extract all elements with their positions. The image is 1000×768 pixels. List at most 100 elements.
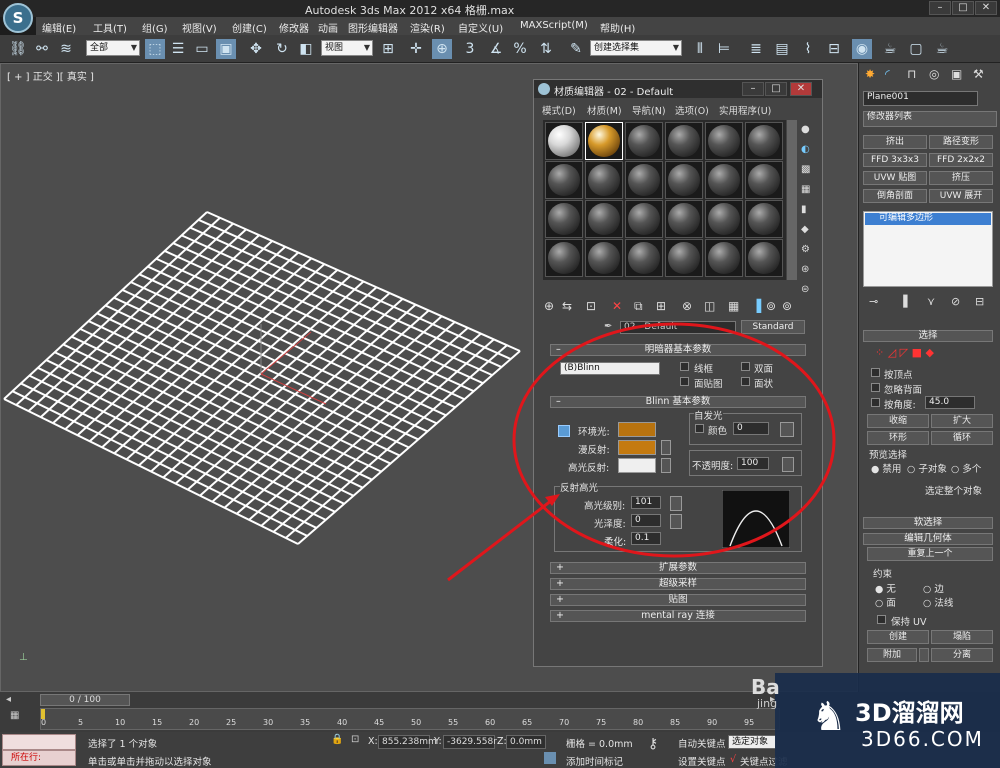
go-to-parent-icon[interactable]: ⊚ (766, 299, 776, 313)
menu-customize[interactable]: 自定义(U) (458, 20, 503, 35)
self-illum-color-checkbox[interactable] (695, 424, 704, 433)
assign-material-icon[interactable]: ⊡ (586, 299, 596, 313)
absolute-mode-icon[interactable]: ⊡ (351, 734, 359, 745)
put-library-icon[interactable]: ⊗ (682, 299, 692, 313)
motion-tab-icon[interactable]: ◎ (929, 67, 939, 81)
create-button[interactable]: 创建 (867, 630, 929, 644)
z-coordinate-field[interactable]: 0.0mm (506, 735, 546, 749)
make-unique-stack-icon[interactable]: ⋎ (927, 295, 935, 308)
constraint-normal-radio[interactable]: ○ 法线 (923, 595, 953, 609)
video-color-check-icon[interactable]: ▮ (801, 204, 807, 215)
sample-slot[interactable] (665, 239, 703, 277)
reset-map-icon[interactable]: ✕ (612, 299, 622, 313)
menu-animation[interactable]: 动画 (318, 20, 338, 35)
material-name-field[interactable]: 02 - Default (620, 321, 736, 334)
sample-slot[interactable] (705, 200, 743, 238)
sample-slot[interactable] (625, 122, 663, 160)
material-editor-titlebar[interactable]: 材质编辑器 - 02 - Default – □ ✕ (534, 80, 822, 98)
minimize-button[interactable]: – (929, 1, 951, 15)
self-illum-map-button[interactable] (780, 422, 794, 437)
sample-slot[interactable] (585, 200, 623, 238)
named-selection-dropdown[interactable]: 创建选择集 (590, 40, 682, 56)
constraint-edge-radio[interactable]: ○ 边 (923, 581, 944, 595)
show-map-icon[interactable]: ▦ (728, 299, 739, 313)
ring-button[interactable]: 环形 (867, 431, 929, 445)
x-coordinate-field[interactable]: 855.238mm (378, 735, 437, 749)
percent-snap-icon[interactable]: % (510, 39, 530, 59)
get-material-icon[interactable]: ⊕ (544, 299, 554, 313)
shrink-button[interactable]: 收缩 (867, 414, 929, 428)
pivot-icon[interactable]: ⊞ (378, 39, 398, 59)
menu-graph-editors[interactable]: 图形编辑器 (348, 20, 398, 35)
remove-modifier-icon[interactable]: ⊘ (951, 295, 960, 308)
mod-uvw-map-button[interactable]: UVW 贴图 (863, 171, 927, 185)
rotate-icon[interactable]: ↻ (272, 39, 292, 59)
graphite-icon[interactable]: ▤ (772, 39, 792, 59)
window-crossing-icon[interactable]: ▣ (216, 39, 236, 59)
material-editor-icon[interactable]: ◉ (852, 39, 872, 59)
menu-group[interactable]: 组(G) (142, 20, 168, 35)
maximize-button[interactable]: □ (952, 1, 974, 15)
angle-value-field[interactable]: 45.0 (925, 396, 975, 409)
self-illum-value[interactable]: 0 (733, 422, 769, 435)
eyedropper-icon[interactable]: ✒ (604, 321, 612, 332)
selection-rollout[interactable]: 选择 (863, 330, 993, 342)
mod-extrude-button[interactable]: 挤出 (863, 135, 927, 149)
time-tag-icon[interactable] (544, 752, 556, 764)
sample-slot[interactable] (545, 239, 583, 277)
diffuse-color-swatch[interactable] (618, 440, 656, 455)
faceted-checkbox[interactable] (741, 377, 750, 386)
set-key-icon[interactable]: ⚷ (648, 736, 658, 752)
sample-slot[interactable] (585, 122, 623, 160)
supersampling-rollout[interactable]: + 超级采样 (550, 578, 806, 590)
sample-slot[interactable] (665, 122, 703, 160)
me-menu-options[interactable]: 选项(O) (675, 103, 709, 117)
stack-item-editable-poly[interactable]: 可编辑多边形 (865, 213, 991, 225)
background-icon[interactable]: ▩ (801, 164, 810, 175)
edit-geometry-rollout[interactable]: 编辑几何体 (863, 533, 993, 545)
set-key-button[interactable]: 设置关键点 (678, 754, 726, 768)
soften-value[interactable]: 0.1 (631, 532, 661, 545)
menu-modifiers[interactable]: 修改器 (279, 20, 309, 35)
put-to-scene-icon[interactable]: ⇆ (562, 299, 572, 313)
add-time-tag-label[interactable]: 添加时间标记 (566, 754, 623, 768)
backlight-icon[interactable]: ◐ (801, 144, 810, 155)
opacity-map-button[interactable] (782, 457, 794, 472)
time-slider[interactable]: 0 / 100 (40, 694, 130, 706)
sample-slot[interactable] (705, 122, 743, 160)
two-sided-checkbox[interactable] (741, 362, 750, 371)
menu-help[interactable]: 帮助(H) (600, 20, 635, 35)
scale-icon[interactable]: ◧ (296, 39, 316, 59)
constraint-face-radio[interactable]: ○ 面 (875, 595, 896, 609)
sample-slot[interactable] (625, 200, 663, 238)
sample-slot[interactable] (545, 200, 583, 238)
blinn-basic-rollout[interactable]: – Blinn 基本参数 (550, 396, 806, 408)
reference-coord-dropdown[interactable]: 视图 (321, 40, 373, 56)
time-slider-prev-icon[interactable]: ◂ (6, 694, 11, 705)
mod-bevel-profile-button[interactable]: 倒角剖面 (863, 189, 927, 203)
ambient-color-swatch[interactable] (618, 422, 656, 437)
configure-sets-icon[interactable]: ⊟ (975, 295, 984, 308)
keyboard-shortcut-icon[interactable]: ⊕ (432, 39, 452, 59)
material-type-button[interactable]: Standard (741, 320, 805, 334)
grow-button[interactable]: 扩大 (931, 414, 993, 428)
attach-button[interactable]: 附加 (867, 648, 917, 662)
modify-tab-icon[interactable]: ◜ (885, 67, 890, 81)
snap-toggle-icon[interactable]: 3 (460, 39, 480, 59)
lock-ambient-diffuse-icon[interactable] (558, 425, 570, 437)
extended-params-rollout[interactable]: + 扩展参数 (550, 562, 806, 574)
gloss-value[interactable]: 0 (631, 514, 661, 527)
sample-slot[interactable] (705, 161, 743, 199)
sample-slot[interactable] (665, 161, 703, 199)
menu-create[interactable]: 创建(C) (232, 20, 267, 35)
sample-slot[interactable] (705, 239, 743, 277)
hierarchy-tab-icon[interactable]: ⊓ (907, 67, 916, 81)
detach-button[interactable]: 分离 (931, 648, 993, 662)
key-mode-dropdown[interactable]: 选定对象 (728, 735, 776, 749)
specular-map-button[interactable] (661, 458, 671, 473)
spec-level-value[interactable]: 101 (631, 496, 661, 509)
diffuse-map-button[interactable] (661, 440, 671, 455)
object-name-field[interactable]: Plane001 (863, 91, 978, 106)
loop-button[interactable]: 循环 (931, 431, 993, 445)
select-by-material-icon[interactable]: ⊛ (801, 264, 809, 275)
